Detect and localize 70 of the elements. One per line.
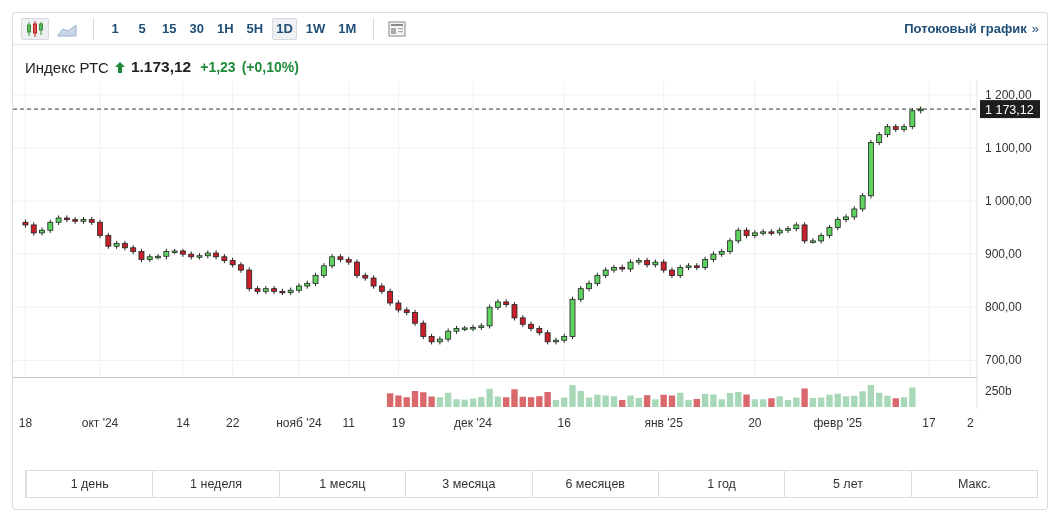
streaming-chart-link[interactable]: Потоковый график: [904, 21, 1027, 36]
axis-label: 250b: [985, 384, 1012, 398]
candlestick: [868, 139, 874, 199]
candlestick: [180, 248, 186, 258]
price-label: 1 173,12: [980, 100, 1040, 119]
interval-button[interactable]: 1M: [334, 17, 361, 40]
candlestick: [354, 258, 360, 279]
price-change: +1,23: [200, 59, 236, 75]
interval-button[interactable]: 1: [104, 17, 126, 40]
axis-label: 22: [226, 416, 240, 430]
axis-label: 1 100,00: [985, 140, 1032, 155]
candlestick: [702, 256, 708, 271]
axis-label: 19: [391, 416, 406, 430]
candlestick: [238, 261, 244, 274]
candlestick: [97, 219, 103, 239]
candlestick: [669, 266, 675, 279]
axis-label: янв '25: [644, 416, 683, 430]
axis-label: 2: [967, 416, 974, 430]
candlestick: [412, 309, 418, 327]
candlestick: [553, 337, 559, 345]
axis-label: 1 000,00: [985, 194, 1032, 209]
candlestick: [39, 227, 45, 237]
candlestick: [901, 123, 907, 133]
percent-change: (+0,10%): [241, 59, 299, 75]
candlestick: [727, 237, 733, 255]
axis-label: 18: [18, 416, 33, 430]
candlestick: [437, 335, 443, 345]
price: 1.173,12: [130, 58, 192, 76]
candlestick: [213, 249, 219, 260]
candlestick: [843, 213, 849, 223]
candlestick: [586, 280, 592, 292]
candlestick: [810, 237, 816, 245]
candlestick: [155, 253, 161, 260]
newspaper-icon: [388, 20, 407, 37]
axis-label: 1 200,00: [985, 87, 1032, 102]
candlestick: [528, 321, 534, 332]
interval-button[interactable]: 1D: [272, 17, 297, 40]
candlestick: [611, 264, 617, 274]
axis-label: нояб '24: [276, 416, 322, 430]
candlestick: [271, 285, 277, 295]
interval-button[interactable]: 15: [158, 17, 181, 40]
candlestick-icon: [25, 19, 45, 38]
interval-button[interactable]: 5: [131, 17, 153, 40]
interval-button[interactable]: 1W: [301, 17, 330, 40]
axis-label: 900,00: [985, 247, 1022, 262]
axis-label: февр '25: [813, 416, 863, 430]
interval-button[interactable]: 1H: [212, 17, 238, 40]
candlestick: [495, 298, 501, 311]
interval-button[interactable]: 5H: [242, 17, 268, 40]
candlestick: [64, 214, 70, 223]
axis-label: 800,00: [985, 300, 1022, 315]
axis-label: 14: [176, 416, 190, 430]
candlestick: [296, 282, 302, 294]
chart-type-button[interactable]: [21, 17, 49, 40]
axis-label: 16: [557, 416, 571, 430]
candlestick: [644, 257, 650, 268]
candlestick: [470, 324, 476, 332]
axis-label: 17: [922, 416, 936, 430]
axis-label: дек '24: [454, 416, 492, 430]
candlestick: [329, 253, 335, 269]
candlestick: [122, 240, 128, 251]
chevron-icon: »: [1031, 21, 1039, 36]
axis-label: окт '24: [81, 416, 119, 430]
axis-label: 700,00: [985, 353, 1022, 368]
index-name: Индекс РТС: [25, 58, 109, 76]
ref-line-label: 1 173,12: [985, 103, 1034, 118]
candlestick: [785, 225, 791, 234]
axis-label: 11: [342, 416, 355, 430]
interval-button[interactable]: 30: [185, 17, 208, 40]
axis-label: 20: [748, 416, 762, 430]
